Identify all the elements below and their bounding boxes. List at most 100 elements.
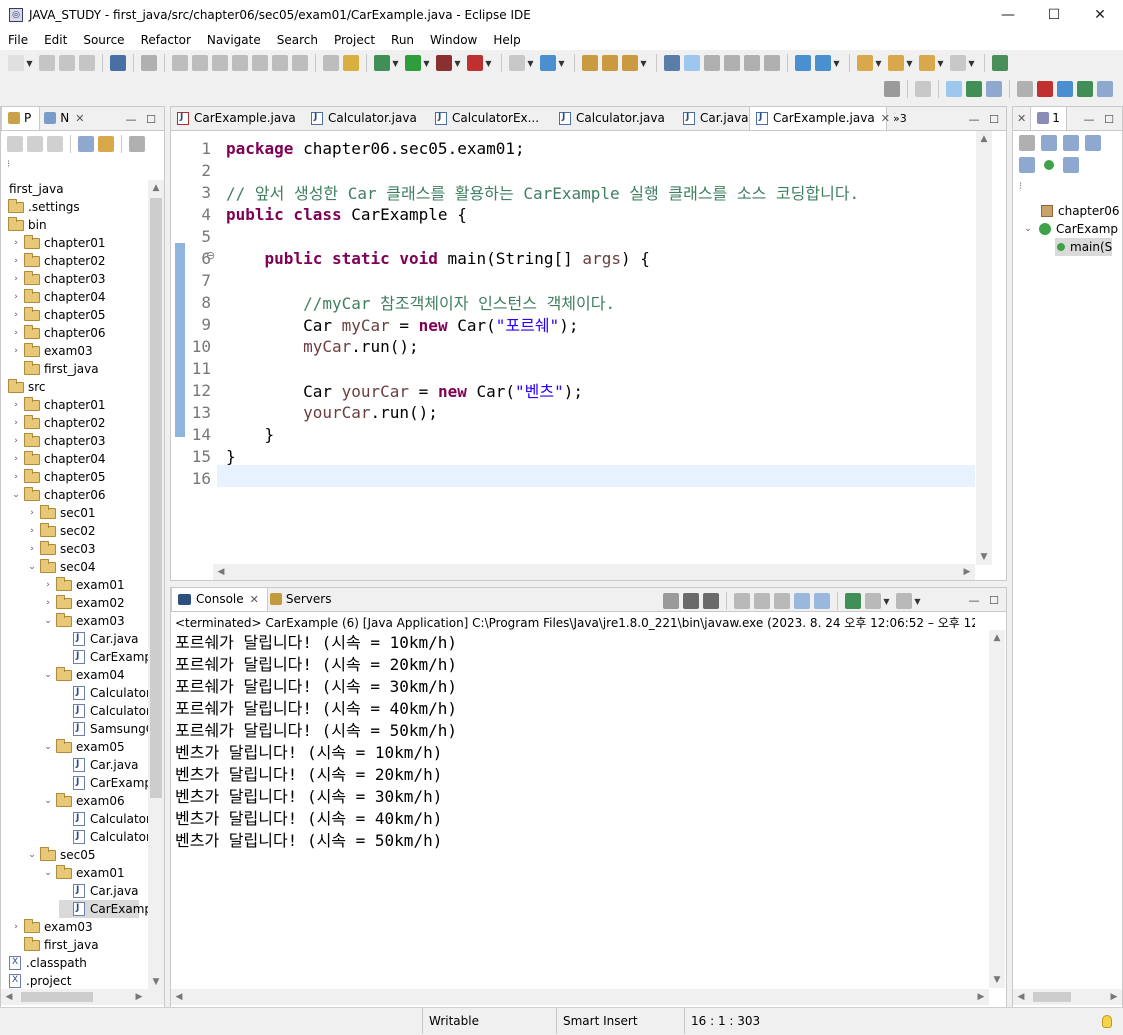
scroll-up-icon[interactable]: ▲ [976,131,992,147]
file-item[interactable]: Calculator [59,810,149,828]
tree-item[interactable]: › exam03 [11,918,93,936]
tree-item[interactable]: › chapter05 [11,306,105,324]
tree-item[interactable]: src [5,378,46,396]
back-icon[interactable] [7,136,23,152]
more-icon[interactable]: ⁝ [1019,181,1022,192]
outline-item[interactable]: ⌄ CarExamp [1023,220,1118,238]
show-stdout-icon[interactable] [794,593,810,609]
highlight-icon[interactable] [684,55,700,71]
maximize-view-button[interactable]: ☐ [143,111,159,127]
scroll-up-icon[interactable]: ▲ [989,630,1005,646]
console-hscroll[interactable]: ◀ ▶ [171,989,989,1005]
explorer-vscroll[interactable]: ▲ ▼ [148,180,164,990]
tree-item[interactable]: ⌄ exam03 [43,612,125,630]
tree-item[interactable]: › chapter02 [11,252,105,270]
tab-console[interactable]: Console ✕ [171,588,268,611]
tab-outline[interactable]: 1 [1030,107,1067,130]
minimize-button[interactable]: — [985,0,1031,30]
tree-item[interactable]: ⌄ exam05 [43,738,125,756]
chevron-down-icon[interactable]: ▼ [485,59,492,68]
editor-tab[interactable]: CarExample.java [171,107,305,130]
use-step-filters-icon[interactable] [343,55,359,71]
scroll-down-icon[interactable]: ▼ [989,972,1005,988]
tree-item[interactable]: first_java [9,180,64,198]
file-item[interactable]: Car.java [59,630,139,648]
outline-hscroll[interactable]: ◀ ▶ [1013,989,1122,1005]
file-item[interactable]: .classpath [5,954,87,972]
minimize-outline-button[interactable]: — [1081,111,1097,127]
close-icon[interactable]: ✕ [250,593,259,606]
scroll-thumb[interactable] [1033,992,1071,1002]
tab-package-explorer[interactable]: P [1,107,41,130]
more-icon[interactable]: ⁝ [7,159,10,170]
chevron-down-icon[interactable]: ▼ [558,59,565,68]
collapse-all-icon[interactable] [78,136,94,152]
minimize-icon[interactable] [1037,81,1053,97]
prev-edit-icon[interactable] [888,55,904,71]
fold-collapse-icon[interactable]: ⊖ [206,249,215,262]
open-task-icon[interactable] [602,55,618,71]
hide-fields-icon[interactable] [1063,135,1079,151]
file-item[interactable]: CarExamp [59,648,149,666]
menu-edit[interactable]: Edit [36,33,75,47]
chevron-right-icon[interactable]: › [11,256,21,266]
minimize-view-button[interactable]: — [123,111,139,127]
outline-item[interactable]: chapter06 [1041,202,1119,220]
link-with-editor-icon[interactable] [98,136,114,152]
maximize-outline-button[interactable]: ☐ [1101,111,1117,127]
maximize-editor-button[interactable]: ☐ [986,111,1002,127]
file-item[interactable]: Calculator [59,828,149,846]
tab-servers[interactable]: Servers [268,588,338,611]
chevron-right-icon[interactable]: › [11,454,21,464]
tree-item[interactable]: › exam02 [43,594,125,612]
minimize-console-button[interactable]: — [966,592,982,608]
chevron-right-icon[interactable]: › [11,436,21,446]
remove-launch-icon[interactable] [683,593,699,609]
step-into-icon[interactable] [252,55,268,71]
open-console-icon[interactable] [896,593,912,609]
editor-hscroll[interactable]: ◀ ▶ [213,564,975,580]
chevron-down-icon[interactable]: ⌄ [43,670,53,680]
tree-item[interactable]: › sec03 [27,540,96,558]
chevron-right-icon[interactable]: › [27,508,37,518]
minimize-editor-button[interactable]: — [966,111,982,127]
new-window-icon[interactable] [992,55,1008,71]
explorer-hscroll[interactable]: ◀ ▶ [1,989,164,1005]
tree-item[interactable]: › chapter01 [11,234,105,252]
show-stderr-icon[interactable] [814,593,830,609]
scroll-up-icon[interactable]: ▲ [148,180,164,196]
save-all-icon[interactable] [59,55,75,71]
step-return-icon[interactable] [292,55,308,71]
tree-item[interactable]: › exam01 [43,576,125,594]
file-item[interactable]: CarExamp [59,900,149,918]
scroll-right-icon[interactable]: ▶ [1106,989,1122,1005]
tree-item[interactable]: › chapter04 [11,450,105,468]
chevron-right-icon[interactable]: › [27,544,37,554]
quick-access-search-icon[interactable] [884,81,900,97]
tree-item[interactable]: › chapter04 [11,288,105,306]
chevron-down-icon[interactable]: ▼ [968,59,975,68]
hide-local-icon[interactable] [1063,157,1079,173]
new-java-project-icon[interactable] [509,55,525,71]
chevron-right-icon[interactable]: › [27,526,37,536]
debug-icon[interactable] [374,55,390,71]
forward-icon[interactable] [950,55,966,71]
chevron-down-icon[interactable]: ⌄ [1023,224,1033,234]
editor-tab[interactable]: Calculator.java [305,107,429,130]
save-icon[interactable] [39,55,55,71]
word-wrap-icon[interactable] [774,593,790,609]
scroll-thumb[interactable] [21,992,93,1002]
scroll-thumb[interactable] [150,198,162,798]
status-insert-mode[interactable]: Smart Insert [556,1008,684,1034]
terminate-icon[interactable] [663,593,679,609]
close-icon[interactable]: ✕ [75,112,84,125]
scroll-left-icon[interactable]: ◀ [213,564,229,580]
disconnect-icon[interactable] [232,55,248,71]
menu-source[interactable]: Source [75,33,132,47]
close-icon[interactable]: ✕ [1017,112,1026,125]
public-members-icon[interactable] [1044,160,1054,170]
prev-annotation-icon[interactable] [724,55,740,71]
pilcrow-icon[interactable] [764,55,780,71]
console-vscroll[interactable]: ▲ ▼ [989,630,1005,988]
editor-tab[interactable]: Car.java [677,107,749,130]
